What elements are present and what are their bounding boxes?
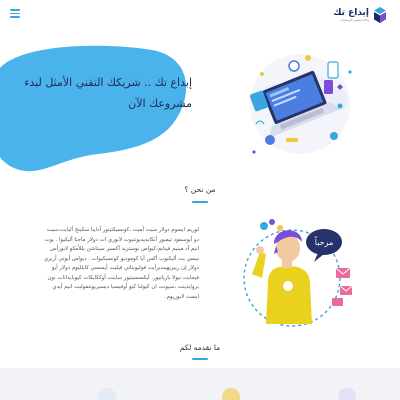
speech-bubble-text: مرحباً — [314, 236, 333, 247]
service-card-icon — [338, 388, 356, 400]
services-title: ما نقدمه لكم — [179, 343, 221, 352]
hamburger-menu-icon[interactable] — [10, 9, 20, 18]
service-card-icon — [98, 388, 116, 400]
about-paragraph: لوريم ايسوم دولار سيت أميت ،كونسيكتيتور … — [43, 227, 199, 300]
hero-headline: إبداع تك .. شريكك التقني الأمثل لبدء مشر… — [24, 76, 192, 110]
site-logo[interactable]: إبداع تك وكالة لتطوير البرمجيات — [333, 4, 388, 26]
about-title-underline — [192, 201, 208, 203]
services-title-underline — [192, 358, 208, 360]
logo-mark-icon — [374, 7, 386, 23]
laptop-illustration — [249, 54, 352, 154]
service-card-icon — [222, 388, 240, 400]
site-header: إبداع تك وكالة لتطوير البرمجيات — [0, 0, 400, 28]
about-title: من نحن ؟ — [184, 185, 216, 194]
person-illustration: مرحباً — [243, 219, 353, 327]
logo-name: إبداع تك — [333, 8, 369, 18]
logo-tagline: وكالة لتطوير البرمجيات — [339, 18, 369, 22]
